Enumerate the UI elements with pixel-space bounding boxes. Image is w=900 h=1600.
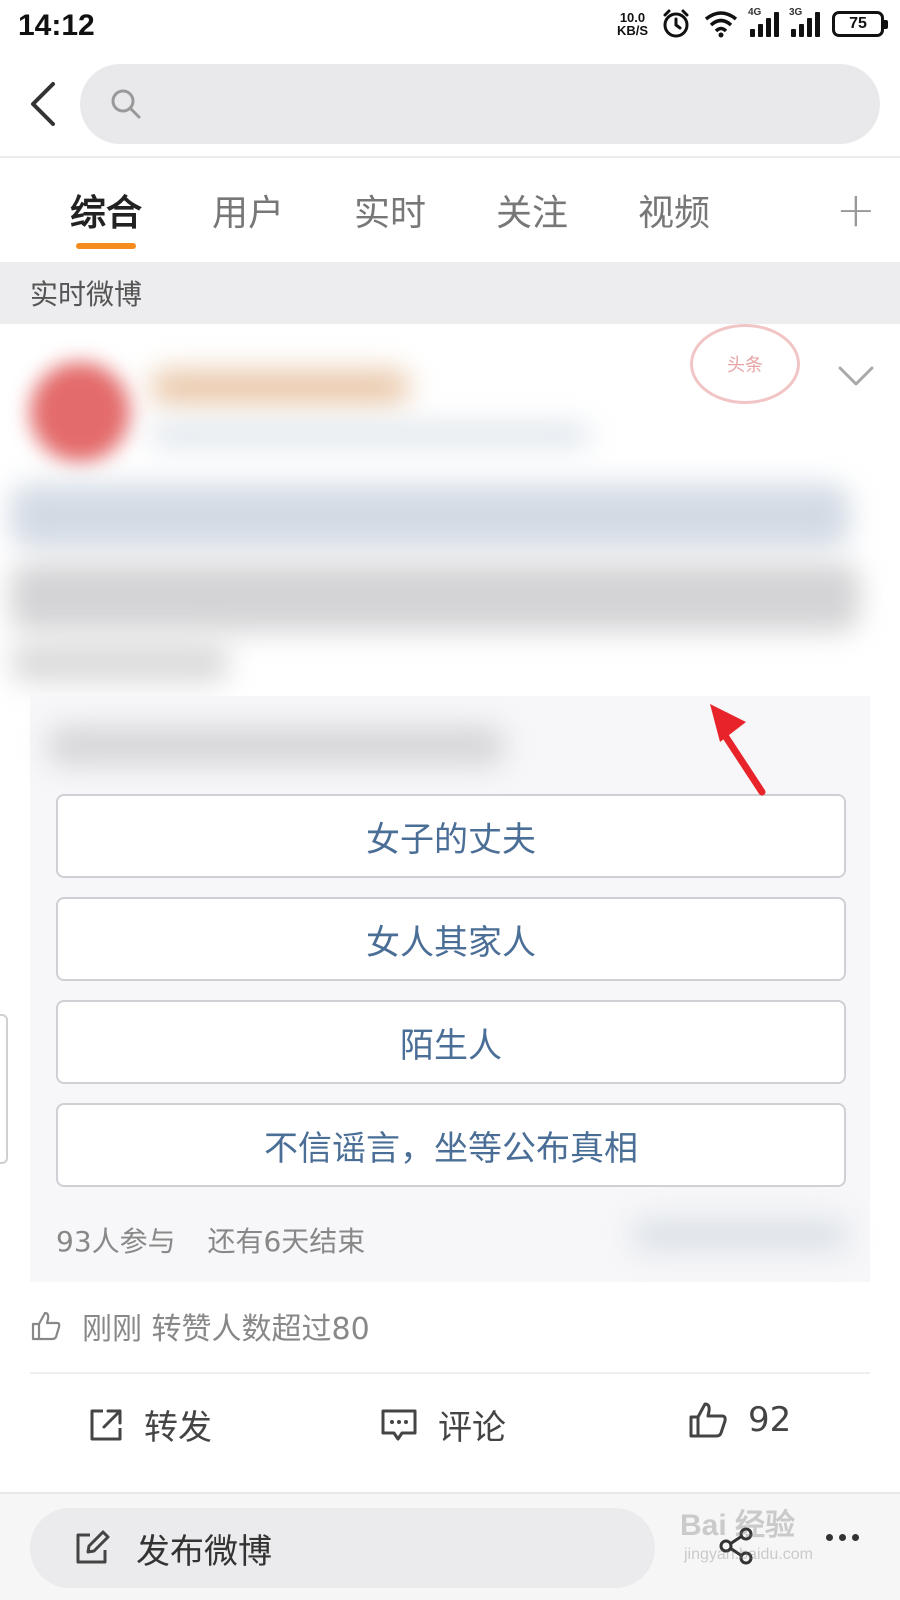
comment-label: 评论 bbox=[438, 1408, 506, 1448]
watermark-logo: Bai 经验 bbox=[680, 1509, 796, 1542]
headline-stamp: 头条 bbox=[690, 324, 800, 404]
poll-participants: 93人参与 bbox=[56, 1225, 176, 1258]
search-input[interactable] bbox=[158, 87, 838, 121]
repost-button[interactable]: 转发 bbox=[88, 1400, 212, 1449]
blurred-meta bbox=[150, 424, 590, 446]
signal-3g-icon: 3G bbox=[789, 7, 820, 37]
stamp-text: 头条 bbox=[727, 355, 763, 376]
poll-option[interactable]: 不信谣言，坐等公布真相 bbox=[56, 1103, 846, 1187]
blurred-post-text-line-2 bbox=[10, 562, 860, 632]
search-header bbox=[0, 52, 900, 158]
like-count: 92 bbox=[748, 1400, 792, 1440]
comment-button[interactable]: 评论 bbox=[380, 1400, 506, 1449]
thumbs-up-icon bbox=[31, 1311, 61, 1341]
post-card: 头条 女子的丈夫 女人其家人 陌生人 不信谣言，坐等公布真相 93人参与 还有6… bbox=[0, 324, 900, 1492]
poll-option[interactable]: 陌生人 bbox=[56, 1000, 846, 1084]
thumbs-up-icon bbox=[689, 1402, 727, 1438]
poll-option[interactable]: 女人其家人 bbox=[56, 897, 846, 981]
net-speed-unit: KB/S bbox=[616, 23, 648, 38]
engagement-reason-text: 刚刚 转赞人数超过80 bbox=[82, 1312, 370, 1347]
tab-video[interactable]: 视频 bbox=[638, 184, 710, 236]
compose-button[interactable]: 发布微博 bbox=[30, 1508, 655, 1588]
status-icons: 10.0 KB/S 4G 3G 75 bbox=[617, 7, 888, 40]
blurred-post-text-line-3 bbox=[10, 640, 230, 684]
side-drawer-handle[interactable] bbox=[0, 1014, 8, 1164]
signal-4g-label: 4G bbox=[748, 7, 762, 18]
watermark-url: jingyan.baidu.com bbox=[684, 1546, 813, 1563]
like-button[interactable]: 92 bbox=[688, 1400, 791, 1440]
repost-icon bbox=[90, 1409, 122, 1440]
battery-level: 75 bbox=[849, 15, 867, 32]
annotation-arrow bbox=[710, 704, 766, 796]
add-tab-button[interactable]: + bbox=[836, 182, 876, 238]
poll-option[interactable]: 女子的丈夫 bbox=[56, 794, 846, 878]
chevron-left-icon bbox=[31, 82, 55, 126]
blurred-post-text-line-1 bbox=[10, 484, 850, 548]
blurred-poll-link bbox=[630, 1218, 850, 1252]
blurred-poll-title bbox=[46, 726, 506, 766]
status-bar: 14:12 10.0 KB/S 4G 3G 75 bbox=[0, 0, 900, 52]
section-header: 实时微博 bbox=[0, 262, 900, 324]
divider bbox=[30, 1372, 870, 1374]
tab-bar: 综合 用户 实时 关注 视频 + bbox=[0, 160, 900, 260]
tab-realtime[interactable]: 实时 bbox=[354, 184, 426, 236]
more-options-icon[interactable] bbox=[826, 1534, 859, 1541]
poll-remaining: 还有6天结束 bbox=[207, 1225, 366, 1258]
status-time: 14:12 bbox=[18, 9, 95, 42]
alarm-icon bbox=[663, 9, 689, 38]
tab-comprehensive[interactable]: 综合 bbox=[70, 184, 142, 236]
wifi-icon bbox=[704, 11, 738, 38]
net-speed: 10.0 KB/S bbox=[617, 11, 648, 37]
tab-following[interactable]: 关注 bbox=[496, 184, 568, 236]
signal-3g-label: 3G bbox=[789, 7, 803, 18]
search-icon bbox=[111, 89, 141, 119]
engagement-reason: 刚刚 转赞人数超过80 bbox=[30, 1304, 370, 1348]
post-actions: 转发 评论 92 bbox=[0, 1380, 900, 1480]
blurred-username bbox=[150, 370, 410, 404]
compose-label: 发布微博 bbox=[136, 1531, 272, 1572]
chevron-down-icon[interactable] bbox=[836, 364, 876, 388]
search-box[interactable] bbox=[80, 64, 880, 144]
active-tab-indicator bbox=[76, 243, 136, 249]
edit-icon bbox=[76, 1530, 110, 1564]
avatar[interactable] bbox=[30, 362, 130, 462]
battery-icon: 75 bbox=[832, 11, 888, 37]
repost-label: 转发 bbox=[144, 1408, 212, 1448]
comment-icon bbox=[381, 1409, 417, 1440]
back-button[interactable] bbox=[20, 76, 64, 132]
poll-meta: 93人参与 还有6天结束 bbox=[56, 1220, 365, 1260]
signal-4g-icon: 4G bbox=[748, 7, 779, 37]
tab-users[interactable]: 用户 bbox=[212, 184, 284, 236]
